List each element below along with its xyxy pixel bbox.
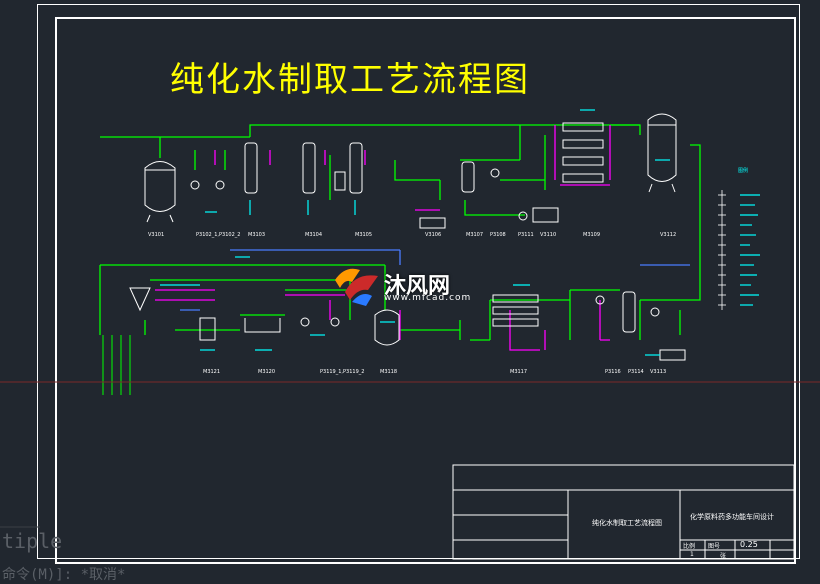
watermark-url: www.mfcad.com bbox=[384, 293, 472, 303]
title-block-sheet-total: 张 bbox=[720, 553, 727, 560]
watermark-logo-icon bbox=[335, 268, 378, 306]
title-block-scale-value: 0.25 bbox=[740, 540, 758, 549]
title-block-sheet-label: 图号 bbox=[708, 543, 721, 550]
title-block-scale-label: 比例 bbox=[683, 543, 696, 550]
title-block-sheet-num: 1 bbox=[690, 551, 694, 558]
title-block-project-name: 化学原料药多功能车间设计 bbox=[690, 513, 774, 521]
command-history-text: tiple bbox=[2, 529, 63, 553]
title-block-drawing-name: 纯化水制取工艺流程图 bbox=[592, 519, 662, 527]
command-line-input[interactable]: 命令(M)]: *取消* bbox=[2, 564, 125, 584]
